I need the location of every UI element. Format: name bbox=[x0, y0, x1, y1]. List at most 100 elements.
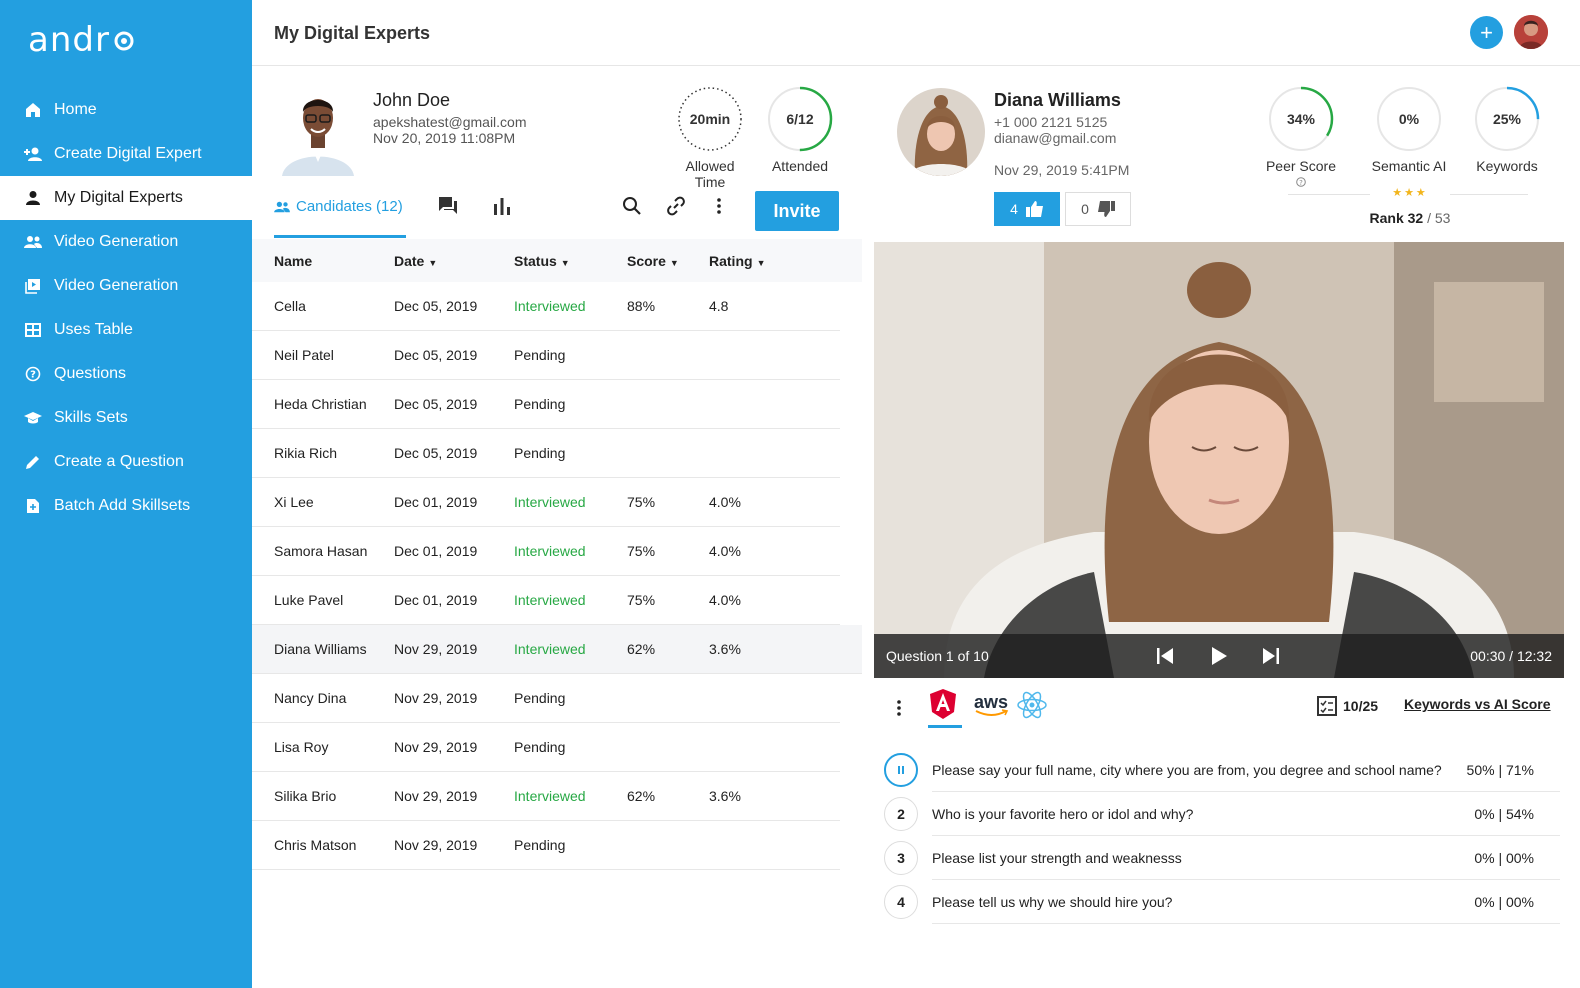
table-row[interactable]: Silika Brio Nov 29, 2019 Interviewed 62% 3.6… bbox=[252, 772, 840, 821]
keywords-label: Keywords bbox=[1476, 158, 1538, 174]
sort-caret-icon: ▼ bbox=[428, 257, 438, 268]
cell-name: Rikia Rich bbox=[274, 445, 338, 461]
skip-forward-icon[interactable] bbox=[1262, 646, 1280, 669]
sidebar-item-uses-table[interactable]: Uses Table bbox=[0, 308, 252, 352]
column-status[interactable]: Status ▼ bbox=[514, 253, 627, 269]
sidebar-item-questions[interactable]: ? Questions bbox=[0, 352, 252, 396]
app-logo[interactable]: andr bbox=[28, 20, 136, 60]
table-row[interactable]: Xi Lee Dec 01, 2019 Interviewed 75% 4.0% bbox=[252, 478, 840, 527]
sidebar-item-label: Home bbox=[54, 101, 97, 118]
table-row[interactable]: Cella Dec 05, 2019 Interviewed 88% 4.8 bbox=[252, 282, 840, 331]
checklist-icon bbox=[1317, 696, 1337, 716]
table-row[interactable]: Neil Patel Dec 05, 2019 Pending bbox=[252, 331, 840, 380]
play-icon[interactable] bbox=[1210, 646, 1228, 669]
cell-status: Pending bbox=[514, 347, 566, 363]
expert-name: Diana Williams bbox=[994, 90, 1121, 110]
aws-text: aws bbox=[974, 692, 1009, 712]
top-bar: My Digital Experts + bbox=[252, 0, 1580, 66]
sidebar-item-create-question[interactable]: Create a Question bbox=[0, 440, 252, 484]
expert-email: dianaw@gmail.com bbox=[994, 130, 1117, 146]
sidebar-item-label: Batch Add Skillsets bbox=[54, 497, 191, 514]
table-row[interactable]: Diana Williams Nov 29, 2019 Interviewed 62%… bbox=[252, 625, 862, 674]
dislike-button[interactable]: 0 bbox=[1065, 192, 1131, 226]
candidate-email: apekshatest@gmail.com bbox=[373, 114, 527, 130]
question-row[interactable]: 3 Please list your strength and weakness… bbox=[884, 836, 1560, 880]
table-row[interactable]: Samora Hasan Dec 01, 2019 Interviewed 75% 4.… bbox=[252, 527, 840, 576]
chat-icon[interactable] bbox=[438, 196, 458, 221]
sidebar-item-video-generation[interactable]: Video Generation bbox=[0, 220, 252, 264]
more-vertical-icon[interactable] bbox=[714, 196, 724, 221]
column-name[interactable]: Name bbox=[252, 253, 394, 269]
video-question-label: Question 1 of 10 bbox=[886, 648, 989, 664]
column-date[interactable]: Date ▼ bbox=[394, 253, 514, 269]
cell-score: 75% bbox=[627, 592, 656, 608]
link-icon[interactable] bbox=[666, 196, 686, 221]
video-player[interactable]: Question 1 of 10 00:30 / 12:32 bbox=[874, 242, 1564, 678]
question-row[interactable]: 4 Please tell us why we should hire you?… bbox=[884, 880, 1560, 924]
table-row[interactable]: Heda Christian Dec 05, 2019 Pending bbox=[252, 380, 840, 429]
bar-chart-icon[interactable] bbox=[493, 196, 511, 221]
cell-status: Pending bbox=[514, 396, 566, 412]
like-button[interactable]: 4 bbox=[994, 192, 1060, 226]
table-row[interactable]: Rikia Rich Dec 05, 2019 Pending bbox=[252, 429, 840, 478]
rank-text: Rank 32 / 53 bbox=[1340, 210, 1480, 226]
info-icon[interactable]: ? bbox=[1296, 177, 1306, 187]
cell-status: Pending bbox=[514, 837, 566, 853]
table-row[interactable]: Lisa Roy Nov 29, 2019 Pending bbox=[252, 723, 840, 772]
question-score: 50% | 71% bbox=[1466, 761, 1534, 778]
question-text: Please tell us why we should hire you? bbox=[932, 893, 1173, 910]
sidebar-item-video-generation-2[interactable]: Video Generation bbox=[0, 264, 252, 308]
sidebar-item-label: Video Generation bbox=[54, 277, 179, 294]
tab-candidates[interactable]: Candidates (12) bbox=[274, 188, 406, 238]
more-vertical-icon[interactable] bbox=[894, 698, 904, 723]
dislike-count: 0 bbox=[1081, 201, 1089, 217]
expert-phone: +1 000 2121 5125 bbox=[994, 114, 1108, 130]
react-icon[interactable] bbox=[1016, 689, 1048, 726]
sidebar-nav: Home Create Digital Expert My Digital Ex… bbox=[0, 88, 252, 528]
graduation-cap-icon bbox=[24, 409, 42, 427]
attended-stat: 6/12 Attended bbox=[765, 86, 835, 174]
question-score: 0% | 00% bbox=[1474, 849, 1534, 866]
cell-status: Pending bbox=[514, 690, 566, 706]
question-text: Who is your favorite hero or idol and wh… bbox=[932, 805, 1194, 822]
cell-name: Heda Christian bbox=[274, 396, 367, 412]
search-icon[interactable] bbox=[622, 196, 642, 221]
sidebar-item-batch-add[interactable]: Batch Add Skillsets bbox=[0, 484, 252, 528]
pause-icon[interactable] bbox=[884, 753, 918, 787]
cell-score: 88% bbox=[627, 298, 656, 314]
table-row[interactable]: Nancy Dina Nov 29, 2019 Pending bbox=[252, 674, 840, 723]
peer-score-label: Peer Score bbox=[1265, 158, 1337, 174]
help-circle-icon: ? bbox=[24, 365, 42, 383]
cell-status: Interviewed bbox=[514, 494, 586, 510]
video-library-icon bbox=[24, 277, 42, 295]
table-row[interactable]: Chris Matson Nov 29, 2019 Pending bbox=[252, 821, 840, 870]
invite-button[interactable]: Invite bbox=[755, 191, 839, 231]
thumbs-up-icon bbox=[1025, 201, 1043, 217]
sidebar-item-label: My Digital Experts bbox=[54, 189, 183, 206]
sidebar-item-skills-sets[interactable]: Skills Sets bbox=[0, 396, 252, 440]
cell-rating: 4.0% bbox=[709, 494, 741, 510]
add-button[interactable]: + bbox=[1470, 16, 1503, 49]
sidebar-item-home[interactable]: Home bbox=[0, 88, 252, 132]
keywords-vs-ai-link[interactable]: Keywords vs AI Score bbox=[1404, 696, 1551, 712]
people-icon bbox=[274, 200, 290, 218]
cell-status: Interviewed bbox=[514, 641, 586, 657]
question-row[interactable]: 2 Who is your favorite hero or idol and … bbox=[884, 792, 1560, 836]
user-avatar[interactable] bbox=[1514, 15, 1548, 49]
table-row[interactable]: Luke Pavel Dec 01, 2019 Interviewed 75% 4.0% bbox=[252, 576, 840, 625]
candidate-date: Nov 20, 2019 11:08PM bbox=[373, 130, 516, 146]
sidebar-item-create-expert[interactable]: Create Digital Expert bbox=[0, 132, 252, 176]
attended-label: Attended bbox=[771, 158, 829, 174]
angular-icon[interactable] bbox=[928, 688, 962, 728]
column-score[interactable]: Score ▼ bbox=[627, 253, 709, 269]
sidebar-item-my-experts[interactable]: My Digital Experts bbox=[0, 176, 252, 220]
semantic-ai-label: Semantic AI bbox=[1371, 158, 1447, 174]
aws-icon[interactable]: aws bbox=[974, 692, 1010, 717]
attended-value: 6/12 bbox=[786, 111, 814, 127]
cell-name: Luke Pavel bbox=[274, 592, 344, 608]
question-row[interactable]: Please say your full name, city where yo… bbox=[884, 748, 1560, 792]
cell-rating: 4.8 bbox=[709, 298, 729, 314]
sidebar-item-label: Video Generation bbox=[54, 233, 179, 250]
column-rating[interactable]: Rating ▼ bbox=[709, 253, 789, 269]
skip-back-icon[interactable] bbox=[1156, 646, 1174, 669]
